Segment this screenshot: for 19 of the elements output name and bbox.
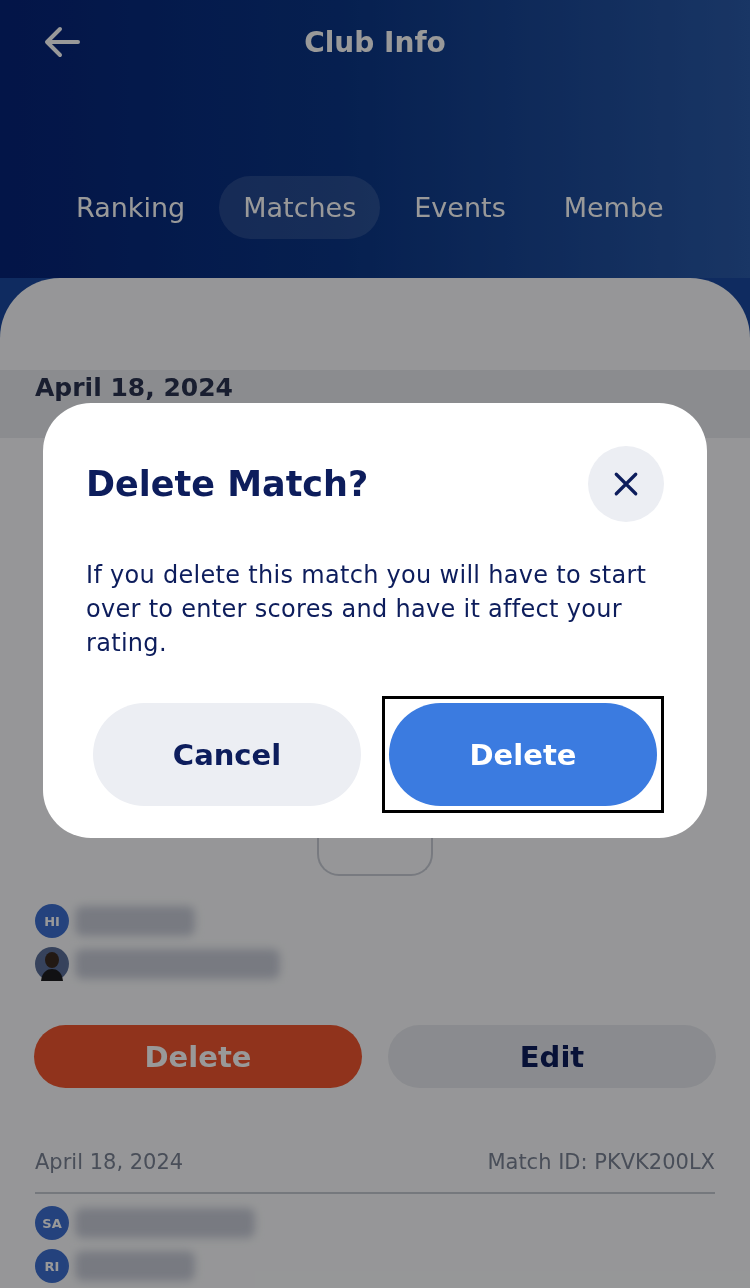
tab[interactable]: Membe <box>539 176 688 239</box>
confirm-delete-button[interactable]: Delete <box>389 703 657 806</box>
back-arrow-icon[interactable] <box>44 26 80 58</box>
tab[interactable]: Ranking <box>52 176 210 239</box>
cancel-button[interactable]: Cancel <box>93 703 361 806</box>
avatar: HI <box>35 904 69 938</box>
avatar: RI <box>35 1249 69 1283</box>
screen-title: Club Info <box>304 25 446 59</box>
tab[interactable]: Events <box>390 176 530 239</box>
close-icon <box>613 471 639 497</box>
match-date: April 18, 2024 <box>35 1150 184 1174</box>
dialog-message: If you delete this match you will have to start over to enter scores and have it affect your rating. <box>86 560 648 659</box>
edit-button[interactable]: Edit <box>388 1025 716 1088</box>
date-heading: April 18, 2024 <box>35 374 233 402</box>
avatar: SA <box>35 1206 69 1240</box>
delete-button[interactable]: Delete <box>34 1025 362 1088</box>
avatar-photo-icon <box>35 947 69 981</box>
dialog-title: Delete Match? <box>86 464 369 504</box>
match-id: Match ID: PKVK200LX <box>487 1150 715 1174</box>
